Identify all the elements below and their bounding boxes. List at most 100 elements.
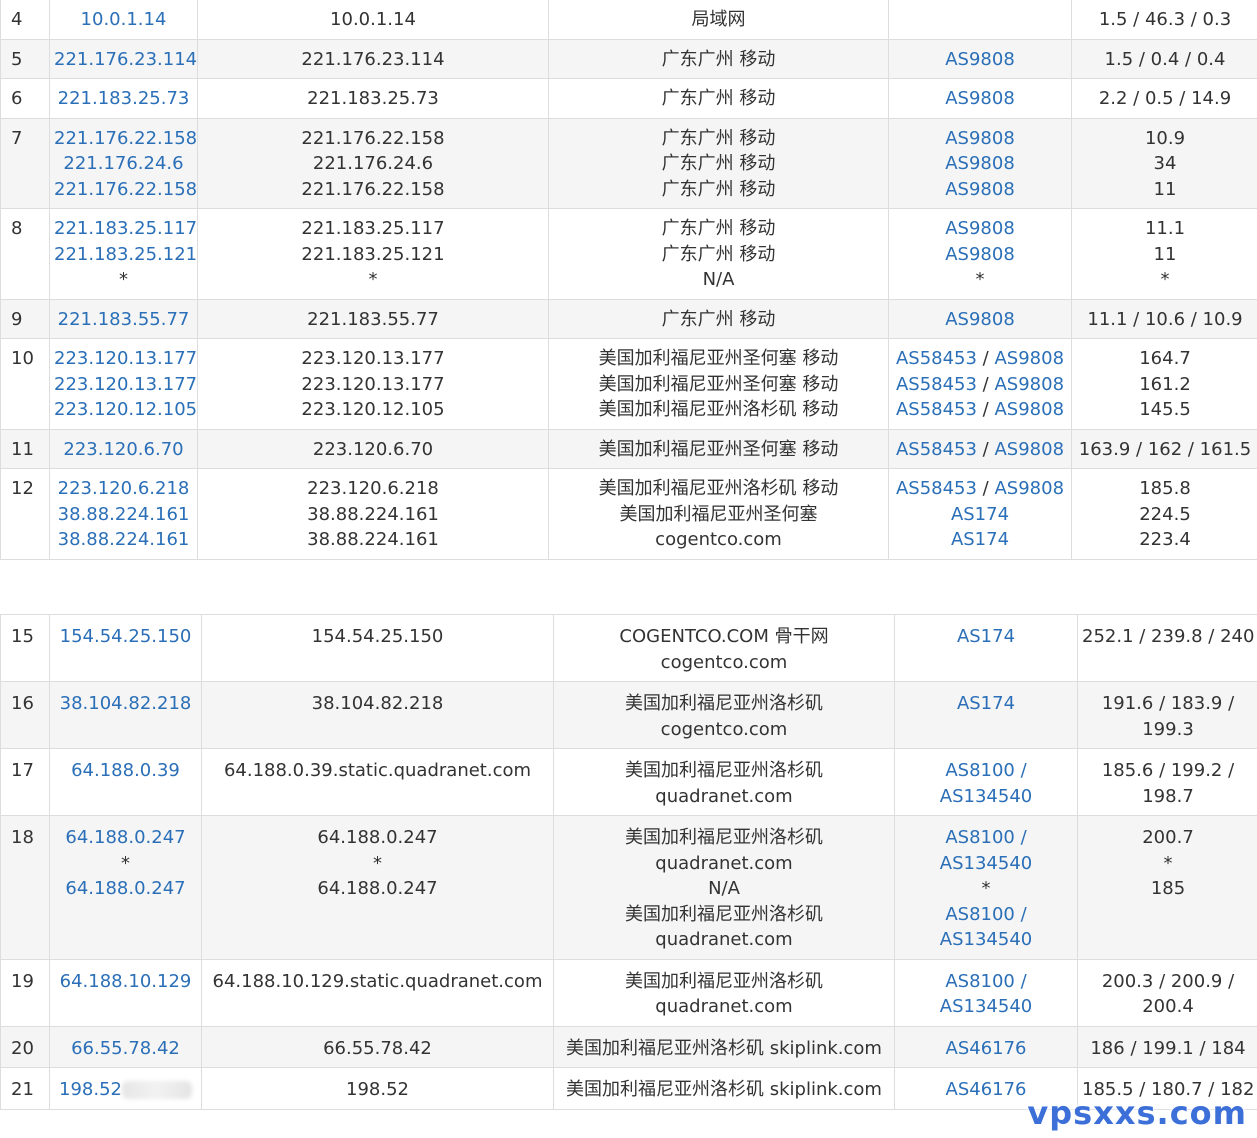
ip-link[interactable]: 198.52 [59,1079,122,1100]
ip-link[interactable]: 221.183.55.77 [58,309,190,330]
asn-link[interactable]: AS9808 [945,179,1015,200]
ip-cell-line: 221.183.25.121 [54,242,197,268]
host-cell: 64.188.0.247 * 64.188.0.247 [201,815,554,960]
asn-cell: AS174 [894,681,1078,749]
asn-link[interactable]: AS9808 [945,153,1015,174]
location-cell-line: 美国加利福尼亚州洛杉矶 移动 [598,399,839,420]
ip-link[interactable]: 64.188.0.247 [65,827,185,848]
ip-cell-line: 198.52 [54,1077,197,1103]
location-cell-line: 美国加利福尼亚州洛杉矶 [625,760,823,781]
asn-link[interactable]: AS9808 [945,218,1015,239]
watermark-logo: vpsxxs.com [1027,1094,1247,1132]
host-cell: 223.120.6.70 [197,428,549,469]
table-row: 15 154.54.25.150 154.54.25.150 COGENTCO.COM… [0,614,1257,682]
ip-link[interactable]: 221.176.23.114 [54,49,197,70]
asn-link[interactable]: AS174 [957,626,1015,647]
asn-link[interactable]: AS9808 [945,128,1015,149]
ip-link[interactable]: 66.55.78.42 [71,1038,180,1059]
asn-link[interactable]: AS174 [951,529,1009,550]
ip-link[interactable]: 223.120.6.70 [63,439,183,460]
asn-link[interactable]: AS58453 [896,348,977,369]
asn-link[interactable]: AS134540 [940,996,1032,1017]
asn-link[interactable]: AS9808 [994,399,1064,420]
ip-link[interactable]: 154.54.25.150 [60,626,192,647]
ip-cell-line: 64.188.0.247 [54,876,197,902]
location-cell-line: 美国加利福尼亚州圣何塞 移动 [598,373,839,395]
separator: / [976,438,995,460]
ip-link[interactable]: 64.188.0.247 [65,878,185,899]
ip-link[interactable]: 64.188.0.39 [71,760,180,781]
ip-link[interactable]: 223.120.6.218 [58,478,190,499]
asn-link[interactable]: AS8100 / [945,760,1026,781]
ip-link[interactable]: 221.183.25.117 [54,218,197,239]
ip-link[interactable]: 221.183.25.73 [58,88,190,109]
ip-cell-line: 221.183.25.73 [54,86,193,112]
asn-link[interactable]: AS9808 [994,478,1064,499]
ip-link[interactable]: 223.120.12.105 [54,399,197,420]
asn-cell: AS9808 AS9808 AS9808 [888,117,1072,209]
asn-cell: AS46176 [894,1025,1078,1068]
ip-link[interactable]: 64.188.10.129 [60,971,192,992]
ip-cell-line: 64.188.10.129 [54,969,197,995]
location-cell-line: COGENTCO.COM 骨干网 [619,626,829,647]
hop-number: 12 [0,468,50,560]
ip-cell-line: 223.120.13.177 [54,346,197,372]
location-cell: 美国加利福尼亚州洛杉矶 skiplink.com [553,1067,895,1110]
ip-link[interactable]: 38.104.82.218 [60,693,192,714]
location-cell: 美国加利福尼亚州洛杉矶 skiplink.com [553,1025,895,1068]
asn-link[interactable]: AS9808 [994,348,1064,369]
asn-link[interactable]: AS9808 [945,49,1015,70]
host-cell-line: 64.188.0.247 [317,827,438,848]
ip-cell: 221.183.25.117 221.183.25.121 * [49,208,198,300]
latency-cell: 11.1 11 * [1071,208,1257,300]
host-cell: 154.54.25.150 [201,614,554,682]
host-cell-line: * [373,852,382,874]
separator: / [976,348,995,369]
asn-link[interactable]: AS46176 [946,1079,1027,1100]
hop-number: 10 [0,338,50,430]
host-cell-line: 221.183.25.121 [301,243,445,265]
table-row: 5 221.176.23.114 221.176.23.114 广东广州 移动 AS98… [0,38,1257,79]
asn-link[interactable]: AS134540 [940,929,1032,950]
latency-cell: 2.2 / 0.5 / 14.9 [1071,78,1257,119]
table-row: 20 66.55.78.42 66.55.78.42 美国加利福尼亚州洛杉矶 skip… [0,1025,1257,1068]
table-row: 10 223.120.13.177 223.120.13.177 223.120.12… [0,338,1257,430]
ip-link[interactable]: 221.176.24.6 [63,153,183,174]
separator: / [976,373,995,395]
asn-link[interactable]: AS58453 [896,374,977,395]
ip-link[interactable]: 38.88.224.161 [58,529,190,550]
ip-link[interactable]: 10.0.1.14 [81,9,167,30]
latency-cell: 186 / 199.1 / 184 [1077,1025,1257,1068]
ip-link[interactable]: 38.88.224.161 [58,504,190,525]
asn-link[interactable]: AS58453 [896,439,977,460]
asn-link[interactable]: AS9808 [994,439,1064,460]
ip-link[interactable]: 223.120.13.177 [54,348,197,369]
hop-number: 19 [0,958,50,1027]
location-cell-line: 美国加利福尼亚州洛杉矶 [625,827,823,848]
hop-number: 15 [0,614,50,682]
latency-cell-line: 11.1 [1144,218,1186,239]
asn-link[interactable]: AS9808 [945,244,1015,265]
asn-link[interactable]: AS134540 [940,853,1032,874]
asn-link[interactable]: AS134540 [940,786,1032,807]
asn-link[interactable]: AS9808 [945,309,1015,330]
asn-link[interactable]: AS8100 / [945,904,1026,925]
table-row: 8 221.183.25.117 221.183.25.121 * 221.183.25… [0,208,1257,300]
ip-link[interactable]: 221.183.25.121 [54,244,197,265]
asn-link[interactable]: AS8100 / [945,827,1026,848]
ip-link[interactable]: 221.176.22.158 [54,128,197,149]
asn-link[interactable]: AS9808 [994,374,1064,395]
asn-link[interactable]: AS9808 [945,88,1015,109]
asn-link[interactable]: AS58453 [896,478,977,499]
asn-link[interactable]: AS174 [951,504,1009,525]
asn-cell-line: AS174 [893,527,1067,553]
ip-link[interactable]: 221.176.22.158 [54,179,197,200]
asn-cell: AS9808 [888,298,1072,339]
location-cell-line: 美国加利福尼亚州洛杉矶 skiplink.com [566,1037,882,1059]
ip-link[interactable]: 223.120.13.177 [54,374,197,395]
asn-link[interactable]: AS58453 [896,399,977,420]
asn-link[interactable]: AS174 [957,693,1015,714]
latency-cell-line: 1.5 / 46.3 / 0.3 [1098,9,1232,30]
asn-link[interactable]: AS8100 / [945,971,1026,992]
asn-link[interactable]: AS46176 [946,1038,1027,1059]
